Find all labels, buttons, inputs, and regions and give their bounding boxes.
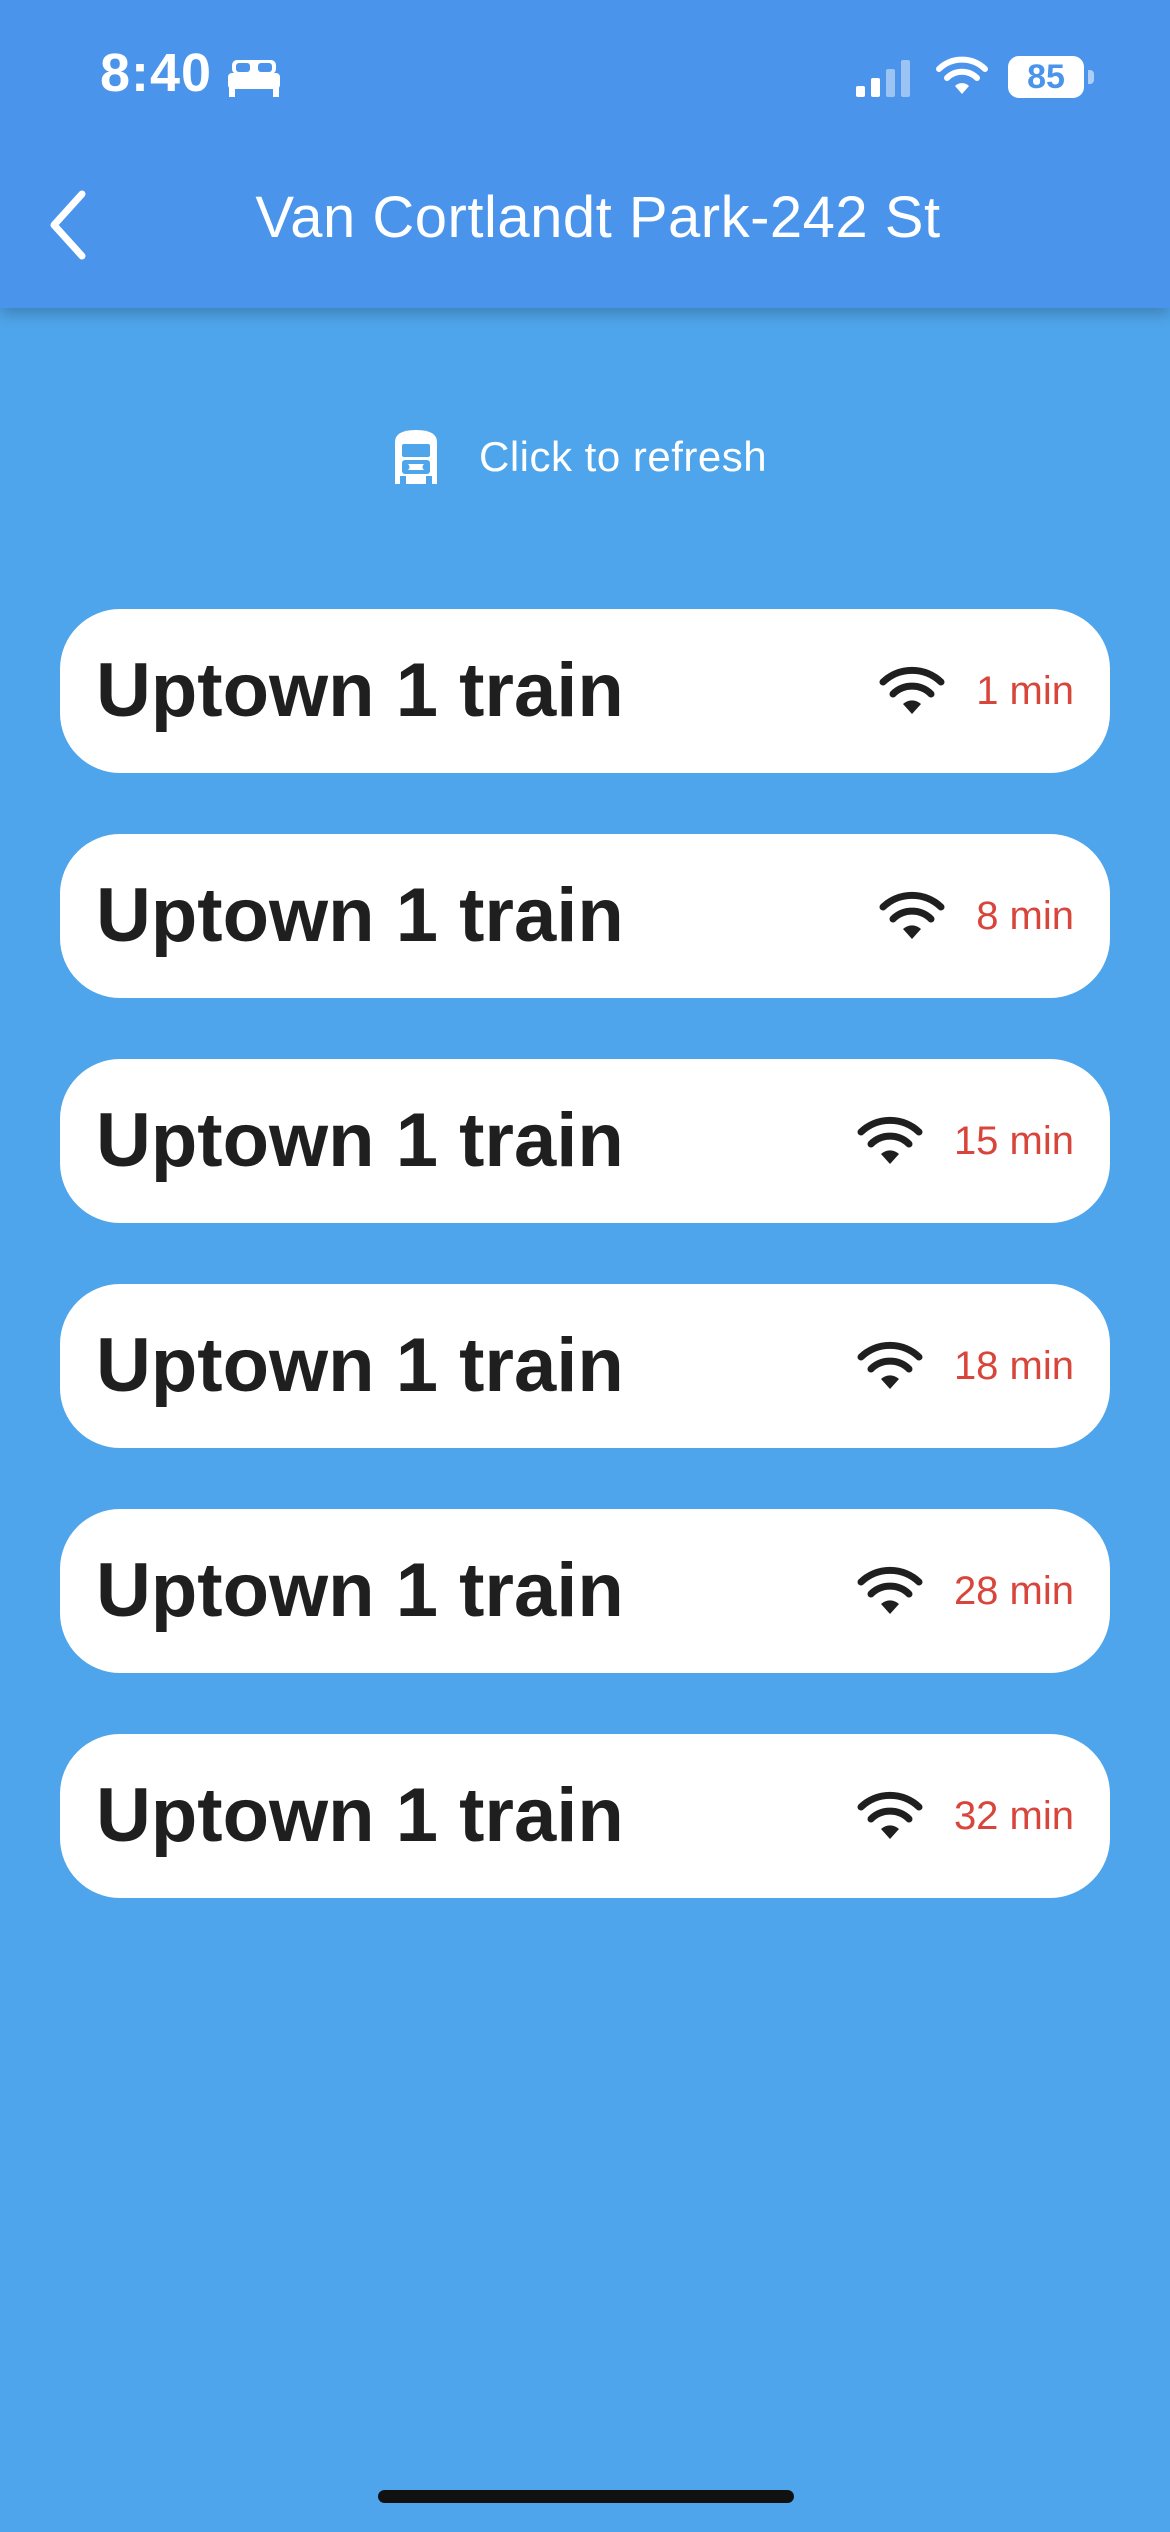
wifi-icon <box>857 1116 923 1164</box>
arrival-card[interactable]: Uptown 1 train 8 min <box>60 834 1110 998</box>
arrival-eta-group: 18 min <box>856 1284 1074 1448</box>
train-icon <box>395 430 437 484</box>
train-line-label: Uptown 1 train <box>96 1548 624 1633</box>
arrival-eta: 15 min <box>953 1118 1074 1163</box>
battery-level: 85 <box>1027 58 1065 96</box>
arrival-eta: 18 min <box>953 1343 1074 1388</box>
bed-icon <box>228 60 280 97</box>
train-line-label: Uptown 1 train <box>96 873 624 958</box>
wifi-icon <box>879 666 945 714</box>
arrival-card[interactable]: Uptown 1 train 32 min <box>60 1734 1110 1898</box>
arrival-card[interactable]: Uptown 1 train 28 min <box>60 1509 1110 1673</box>
wifi-icon <box>857 1566 923 1614</box>
arrival-eta-group: 32 min <box>856 1734 1074 1898</box>
arrival-eta: 8 min <box>976 893 1074 938</box>
page-title: Van Cortlandt Park-242 St <box>255 185 941 250</box>
wifi-status-icon <box>936 56 988 94</box>
arrival-card[interactable]: Uptown 1 train 15 min <box>60 1059 1110 1223</box>
arrival-eta: 28 min <box>953 1568 1074 1613</box>
arrival-eta-group: 8 min <box>878 834 1074 998</box>
app-bar: 8:40 85 Van Cortlandt Park-242 St <box>0 0 1170 308</box>
battery-nub <box>1088 70 1094 84</box>
arrival-eta: 32 min <box>953 1793 1074 1838</box>
train-line-label: Uptown 1 train <box>96 1098 624 1183</box>
arrival-eta-group: 15 min <box>856 1059 1074 1223</box>
wifi-icon <box>879 891 945 939</box>
arrival-eta-group: 28 min <box>856 1509 1074 1673</box>
arrivals-list: Uptown 1 train 1 min Uptown 1 train 8 mi… <box>60 609 1110 1959</box>
refresh-label: Click to refresh <box>479 433 768 480</box>
wifi-icon <box>857 1791 923 1839</box>
arrival-card[interactable]: Uptown 1 train 1 min <box>60 609 1110 773</box>
status-time: 8:40 <box>100 43 213 103</box>
battery-indicator: 85 <box>1008 56 1094 98</box>
cellular-signal-icon <box>856 60 910 97</box>
train-line-label: Uptown 1 train <box>96 648 624 733</box>
train-line-label: Uptown 1 train <box>96 1773 624 1858</box>
arrival-card[interactable]: Uptown 1 train 18 min <box>60 1284 1110 1448</box>
wifi-icon <box>857 1341 923 1389</box>
home-indicator[interactable] <box>378 2490 794 2503</box>
arrival-eta: 1 min <box>976 668 1074 713</box>
arrival-eta-group: 1 min <box>878 609 1074 773</box>
train-line-label: Uptown 1 train <box>96 1323 624 1408</box>
refresh-button[interactable]: Click to refresh <box>385 425 767 489</box>
